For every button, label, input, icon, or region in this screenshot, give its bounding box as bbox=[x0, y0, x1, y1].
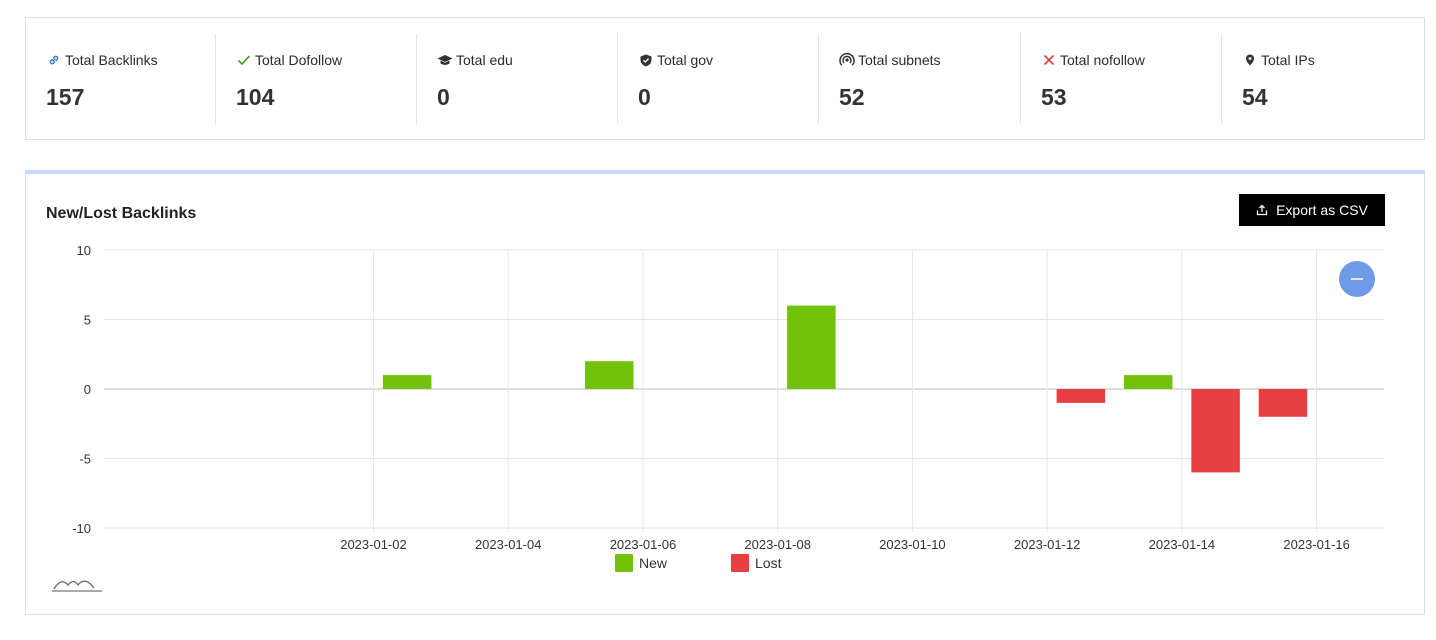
x-tick-label: 2023-01-08 bbox=[744, 537, 811, 552]
stat-value: 0 bbox=[437, 84, 450, 110]
bar-new bbox=[787, 305, 836, 389]
stat-total-nofollow: Total nofollow 53 bbox=[1020, 34, 1221, 124]
bar-lost bbox=[1258, 389, 1308, 417]
bar-new bbox=[382, 375, 432, 389]
stat-total-edu: Total edu 0 bbox=[416, 34, 617, 124]
map-pin-icon bbox=[1242, 52, 1258, 68]
stat-total-backlinks: Total Backlinks 157 bbox=[26, 34, 215, 124]
bar-new bbox=[1123, 375, 1173, 389]
stat-value: 104 bbox=[236, 84, 275, 110]
stat-label: Total Dofollow bbox=[255, 52, 343, 68]
x-icon bbox=[1041, 52, 1057, 68]
minus-icon bbox=[1351, 278, 1363, 280]
x-tick-label: 2023-01-10 bbox=[879, 537, 946, 552]
stat-value: 0 bbox=[638, 84, 651, 110]
check-icon bbox=[236, 52, 252, 68]
stat-total-subnets: Total subnets 52 bbox=[818, 34, 1020, 124]
stat-label: Total subnets bbox=[858, 52, 941, 68]
x-tick-label: 2023-01-14 bbox=[1149, 537, 1216, 552]
legend-item-new[interactable]: New bbox=[615, 554, 667, 572]
legend-label-lost: Lost bbox=[755, 555, 782, 571]
bar-new bbox=[585, 361, 634, 389]
stat-label: Total nofollow bbox=[1060, 52, 1145, 68]
stats-summary-card: Total Backlinks 157 Total Dofollow 104 T… bbox=[25, 17, 1425, 140]
stat-label: Total gov bbox=[657, 52, 714, 68]
x-tick-label: 2023-01-16 bbox=[1283, 537, 1350, 552]
new-lost-backlinks-panel: New/Lost Backlinks Export as CSV 10 5 0 -5-… bbox=[25, 170, 1425, 615]
y-tick-label: 10 bbox=[77, 243, 91, 258]
bar-lost bbox=[1056, 389, 1106, 403]
stat-value: 53 bbox=[1041, 84, 1067, 110]
stat-label: Total edu bbox=[456, 52, 513, 68]
y-tick-label: 0 bbox=[84, 382, 91, 397]
stat-total-dofollow: Total Dofollow 104 bbox=[215, 34, 416, 124]
graduation-cap-icon bbox=[437, 52, 453, 68]
stat-value: 54 bbox=[1242, 84, 1268, 110]
shield-icon bbox=[638, 52, 654, 68]
stat-label: Total Backlinks bbox=[65, 52, 158, 68]
x-tick-label: 2023-01-02 bbox=[340, 537, 407, 552]
stat-value: 52 bbox=[839, 84, 865, 110]
legend-item-lost[interactable]: Lost bbox=[731, 554, 781, 572]
chart-overview-icon bbox=[52, 580, 102, 592]
x-tick-label: 2023-01-12 bbox=[1014, 537, 1081, 552]
y-tick-label: 5 bbox=[84, 313, 91, 328]
x-tick-label: 2023-01-06 bbox=[610, 537, 677, 552]
x-tick-label: 2023-01-04 bbox=[475, 537, 542, 552]
stat-total-ips: Total IPs 54 bbox=[1221, 34, 1424, 124]
bar-lost bbox=[1191, 389, 1240, 473]
stat-total-gov: Total gov 0 bbox=[617, 34, 818, 124]
y-tick-label: -5 bbox=[79, 452, 91, 467]
legend-swatch-new bbox=[615, 554, 633, 572]
signal-icon bbox=[839, 52, 855, 68]
zoom-reset-button[interactable] bbox=[1339, 261, 1375, 297]
legend-label-new: New bbox=[639, 555, 668, 571]
link-icon bbox=[46, 52, 62, 68]
legend-swatch-lost bbox=[731, 554, 749, 572]
stat-label: Total IPs bbox=[1261, 52, 1315, 68]
backlinks-chart: 10 5 0 -5 -10 2023-01-02 2023-01-04 2023-01-06 2… bbox=[72, 243, 1384, 552]
y-tick-label: -10 bbox=[72, 521, 91, 536]
stat-value: 157 bbox=[46, 84, 85, 110]
